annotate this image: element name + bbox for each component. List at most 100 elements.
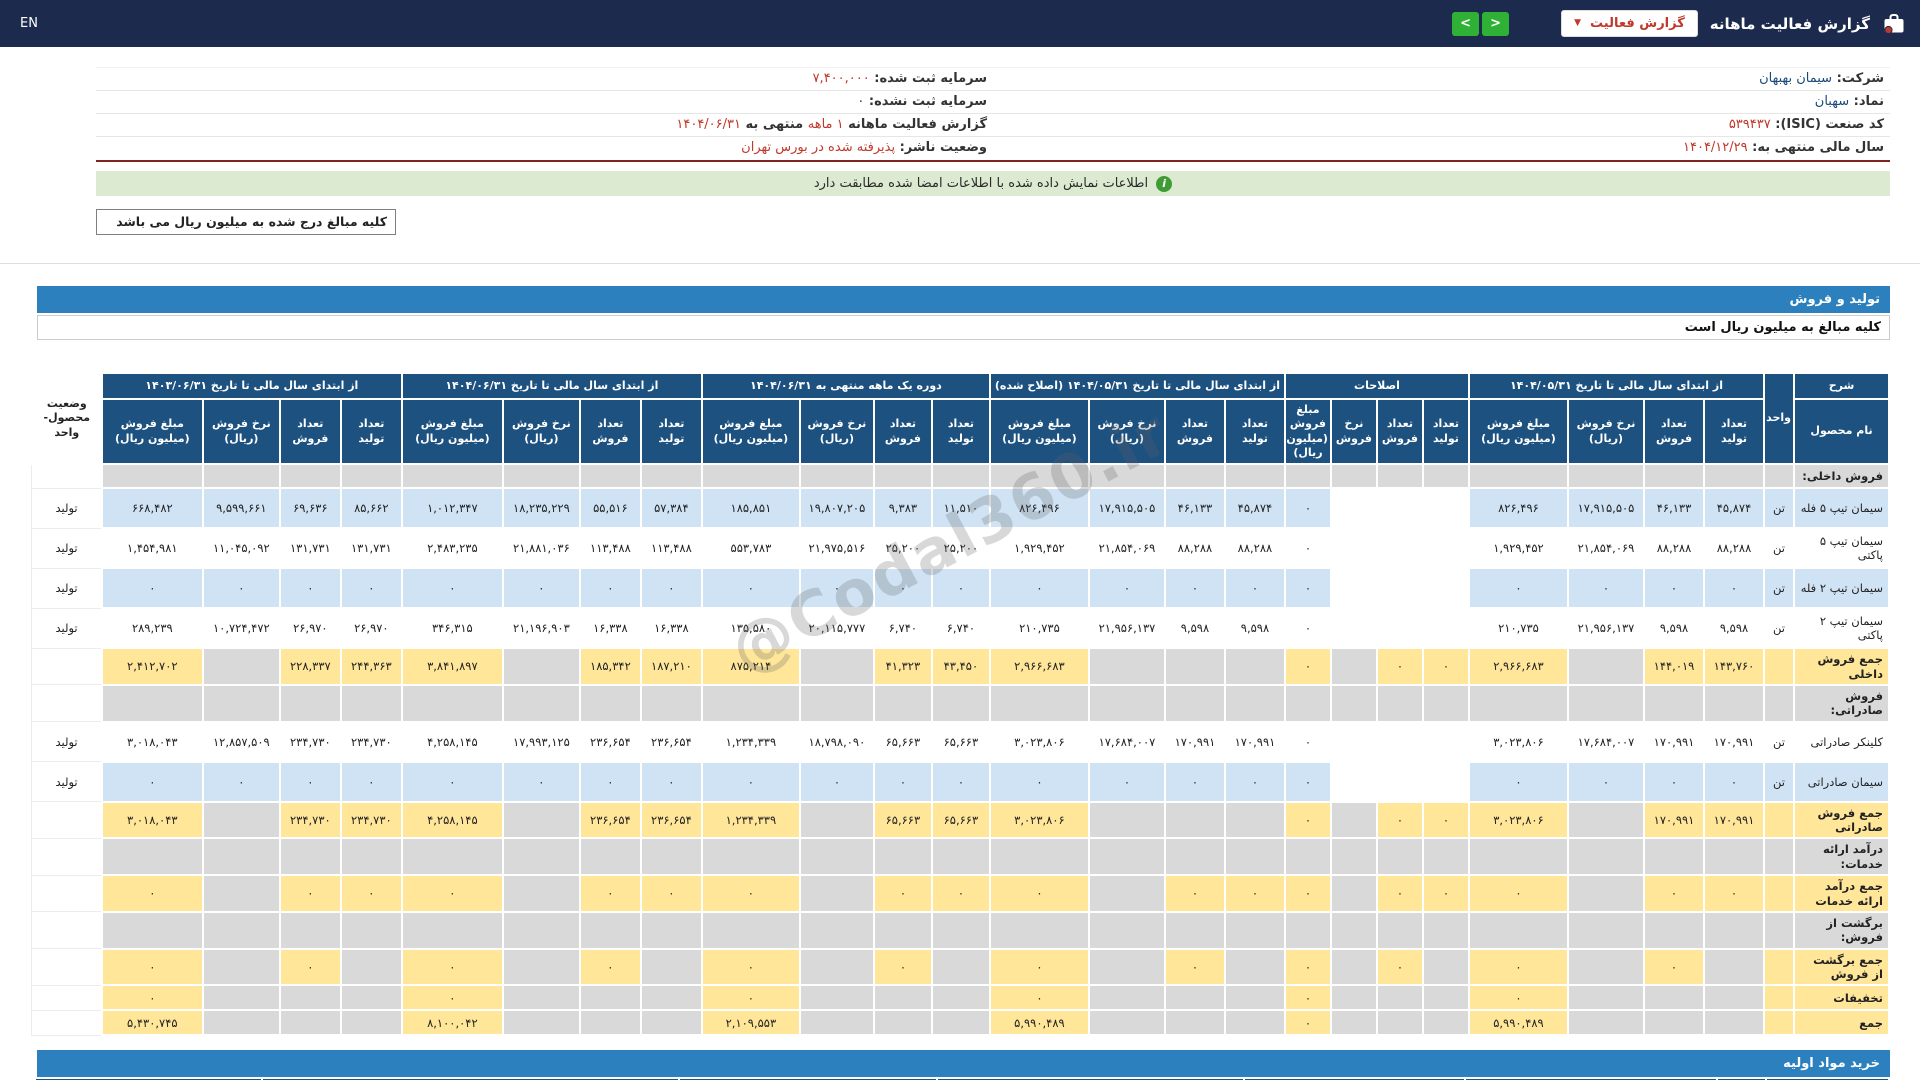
value-cell: ۲۴۴,۳۶۳ [339, 647, 403, 686]
value-cell: ۰ [400, 874, 504, 913]
info-text: نماد: [1849, 94, 1884, 109]
value-cell [1223, 984, 1286, 1012]
product-status-cell: تولید [31, 487, 103, 529]
value-cell: ۴,۲۵۸,۱۴۵ [400, 720, 504, 763]
unit-cell [1763, 984, 1795, 1012]
value-cell [278, 984, 342, 1012]
company-name-link[interactable]: سیمان بهبهان [1759, 71, 1832, 86]
value-cell: ۹,۵۹۹,۶۶۱ [201, 487, 281, 530]
product-status-cell [31, 1009, 103, 1036]
unit-cell: تن [1763, 527, 1795, 570]
value-cell: ۱,۹۲۹,۴۵۲ [988, 527, 1090, 570]
signature-match-banner: i اطلاعات نمایش داده شده با اطلاعات امضا… [96, 171, 1890, 196]
value-cell [278, 1009, 342, 1037]
value-cell [1283, 837, 1332, 877]
row-label: سیمان صادراتی [1793, 760, 1890, 803]
value-cell: ۰ [278, 947, 342, 987]
value-cell [1329, 984, 1378, 1012]
column-subheader: تعداد تولید [639, 397, 703, 466]
prev-report-button[interactable]: < [1452, 11, 1480, 36]
value-cell: ۰ [1163, 567, 1226, 610]
top-header-bar: گزارش فعالیت ماهانه گزارش فعالیت ▼ < > E… [0, 0, 1920, 47]
value-cell: ۰ [639, 567, 703, 610]
value-cell: ۱,۹۲۹,۴۵۲ [1467, 527, 1570, 570]
value-cell [1329, 760, 1378, 803]
value-cell [1163, 910, 1226, 950]
value-cell [988, 463, 1090, 490]
value-cell [1163, 647, 1226, 686]
value-cell [1567, 683, 1645, 723]
value-cell [1421, 760, 1470, 803]
value-cell: ۱۶,۳۳۸ [578, 607, 642, 650]
value-cell [1375, 683, 1424, 723]
value-cell: ۰ [1421, 874, 1470, 913]
value-cell: ۰ [1643, 567, 1705, 610]
value-cell: ۰ [1283, 527, 1332, 570]
value-cell: ۱۱,۵۱۰ [930, 487, 991, 530]
column-subheader: تعداد تولید [1223, 397, 1286, 466]
info-text: شرکت: [1832, 71, 1884, 86]
row-label: جمع فروش صادراتی [1793, 800, 1890, 840]
amounts-note-box: کلیه مبالغ درج شده به میلیون ریال می باش… [96, 209, 396, 235]
value-cell: ۱۷۰,۹۹۱ [1163, 720, 1226, 763]
table-row: جمع درآمد ارائه خدمات ۰ ۰ ۰ ۰ ۰ ۰ ۰ ۰ ۰ ۰ ۰ ۰ ۰ ۰ ۰ ۰ ۰ ۰ [31, 874, 1890, 913]
value-cell: ۶۹,۶۳۶ [278, 487, 342, 530]
value-cell: ۱۷,۹۹۳,۱۲۵ [501, 720, 581, 763]
value-cell [1329, 527, 1378, 570]
value-cell [1087, 910, 1166, 950]
row-label: سیمان تیپ ۵ پاکتی [1793, 527, 1890, 570]
value-cell [1703, 463, 1765, 490]
value-cell [400, 837, 504, 877]
value-cell [798, 910, 875, 950]
value-cell: ۰ [1283, 487, 1332, 530]
row-label: کلینکر صادراتی [1793, 720, 1890, 763]
value-cell: ۰ [1421, 800, 1470, 840]
unit-cell [1763, 837, 1795, 877]
value-cell [339, 984, 403, 1012]
report-period-value: ۱۴۰۴/۰۶/۳۱ [676, 117, 741, 132]
value-cell [1421, 910, 1470, 950]
value-cell [1643, 837, 1705, 877]
value-cell: ۰ [639, 874, 703, 913]
column-subheader: تعداد فروش [578, 397, 642, 466]
next-report-button[interactable]: > [1482, 11, 1510, 36]
table-row: جمع فروش صادراتی ۱۷۰,۹۹۱ ۱۷۰,۹۹۱ ۳,۰۲۳,۸۰۶ ۰… [31, 800, 1890, 840]
value-cell: ۲۱۰,۷۳۵ [988, 607, 1090, 650]
value-cell: ۰ [400, 984, 504, 1012]
language-toggle[interactable]: EN [20, 16, 38, 31]
value-cell [201, 683, 281, 723]
value-cell [1703, 984, 1765, 1012]
value-cell [501, 947, 581, 987]
column-subheader: تعداد تولید [1703, 397, 1765, 466]
company-info-right: شرکت: سیمان بهبهان نماد: سهبان کد صنعت (IS… [993, 68, 1890, 160]
column-subheader: نرخ فروش (ریال) [798, 397, 875, 466]
value-cell [1087, 874, 1166, 913]
page-title: گزارش فعالیت ماهانه [1709, 14, 1870, 33]
value-cell [1329, 874, 1378, 913]
value-cell: ۰ [1087, 567, 1166, 610]
value-cell: ۱,۴۵۴,۹۸۱ [100, 527, 204, 570]
section-raw-materials: خرید مواد اولیه [37, 1050, 1890, 1078]
info-text: سرمایه ثبت شده: [869, 71, 987, 86]
report-type-dropdown[interactable]: گزارش فعالیت ▼ [1561, 10, 1698, 37]
value-cell [639, 947, 703, 987]
info-icon: i [1156, 175, 1173, 192]
company-info-row: سرمایه ثبت شده: ۷,۴۰۰,۰۰۰ [96, 68, 993, 91]
company-info-row: کد صنعت (ISIC): ۵۳۹۴۳۷ [993, 114, 1890, 137]
value-cell: ۰ [798, 760, 875, 803]
value-cell [1163, 837, 1226, 877]
value-cell: ۰ [1283, 720, 1332, 763]
value-cell [1329, 800, 1378, 840]
product-status-cell: تولید [31, 567, 103, 609]
value-cell: ۱,۰۱۲,۳۴۷ [400, 487, 504, 530]
value-cell [639, 463, 703, 490]
column-subheader: تعداد فروش [872, 397, 933, 466]
value-cell: ۳,۸۴۱,۸۹۷ [400, 647, 504, 686]
value-cell: ۰ [872, 760, 933, 803]
column-subheader: تعداد تولید [1421, 397, 1470, 466]
column-subheader: مبلغ فروش (میلیون ریال) [100, 397, 204, 466]
value-cell: ۱۷۰,۹۹۱ [1643, 720, 1705, 763]
isic-code-value: ۵۳۹۴۳۷ [1728, 117, 1771, 132]
value-cell: ۰ [1163, 874, 1226, 913]
value-cell: ۰ [988, 947, 1090, 987]
